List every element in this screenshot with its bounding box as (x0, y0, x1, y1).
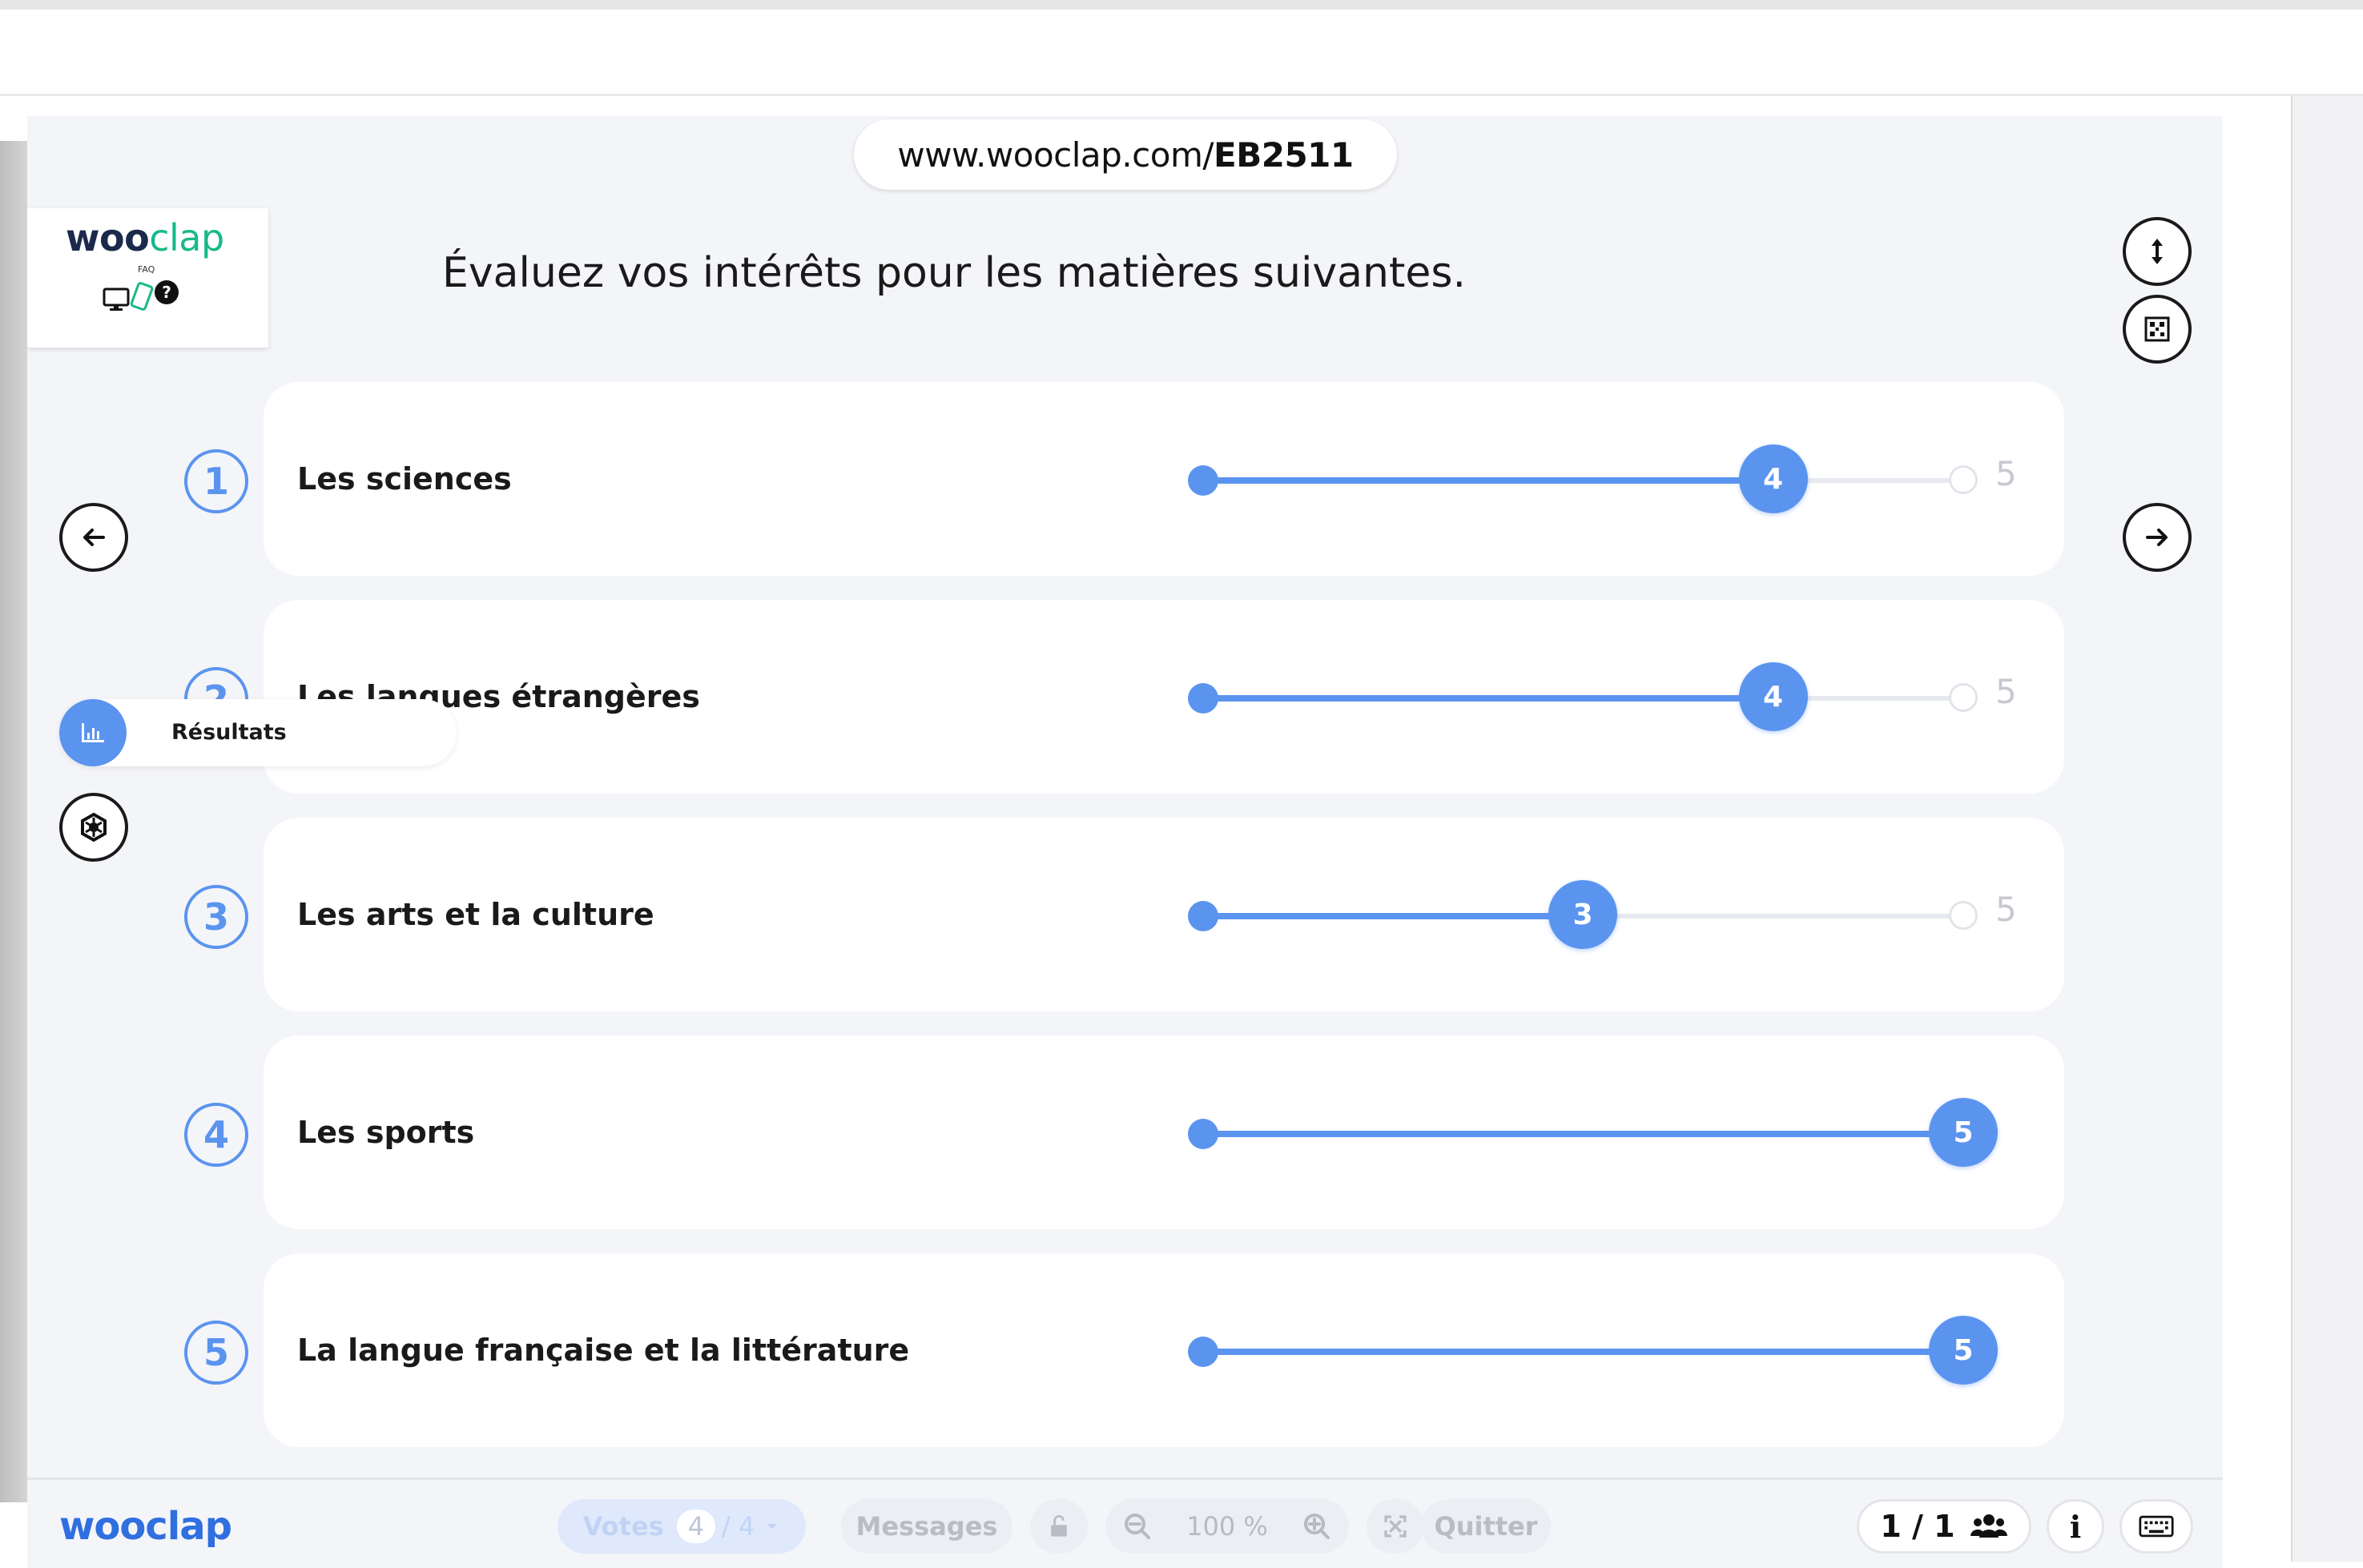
svg-text:?: ? (162, 283, 171, 302)
slider-fill (1202, 477, 1773, 484)
slider-end-dot (1949, 683, 1978, 712)
zoom-in-icon[interactable] (1301, 1510, 1333, 1542)
question-title: Évaluez vos intérêts pour les matières s… (442, 249, 1466, 297)
quit-button[interactable]: Quitter (1421, 1499, 1551, 1554)
slider-start-dot (1188, 1337, 1218, 1367)
votes-count: 4 (676, 1510, 716, 1543)
zoom-out-icon[interactable] (1121, 1510, 1153, 1542)
results-label: Résultats (171, 720, 287, 745)
settings-button[interactable] (59, 793, 128, 862)
rating-row: Les sports 5 5 (264, 1035, 2064, 1229)
row-label: La langue française et la littérature (297, 1333, 910, 1368)
participants-counter[interactable]: 1 / 1 (1857, 1499, 2031, 1554)
settings-hex-icon (81, 812, 107, 842)
zoom-value: 100 % (1186, 1511, 1268, 1542)
bar-chart-icon (59, 699, 127, 766)
info-button[interactable]: i (2047, 1499, 2104, 1554)
slider-handle[interactable]: 5 (1929, 1098, 1998, 1167)
slider-fill (1202, 695, 1773, 702)
join-url-prefix: www.wooclap.com/ (897, 135, 1214, 175)
question-bubble-icon: ? (155, 280, 179, 304)
rating-slider[interactable]: 4 5 (1188, 662, 2017, 731)
right-side-panel (2291, 96, 2363, 1562)
rating-slider[interactable]: 5 5 (1188, 1316, 1998, 1385)
slider-start-dot (1188, 683, 1218, 714)
slider-max-label: 5 (1995, 672, 2017, 711)
unlock-icon (1051, 1515, 1067, 1537)
monitor-icon (103, 287, 130, 311)
presentation-stage: www.wooclap.com/EB2511 wooclap FAQ ? Éva… (27, 116, 2223, 1568)
join-url-pill[interactable]: www.wooclap.com/EB2511 (854, 119, 1397, 190)
right-margin (2223, 96, 2291, 1558)
votes-label: Votes (582, 1511, 664, 1542)
slider-max-label: 5 (1995, 454, 2017, 493)
slider-start-dot (1188, 901, 1218, 931)
row-label: Les arts et la culture (297, 897, 654, 932)
qr-code-button[interactable] (2123, 295, 2192, 364)
quit-label: Quitter (1434, 1511, 1538, 1542)
fullscreen-button[interactable] (1367, 1499, 1424, 1554)
arrow-right-icon (2146, 529, 2168, 546)
next-question-button[interactable] (2123, 503, 2192, 572)
rating-row: Les arts et la culture 3 5 (264, 818, 2064, 1011)
slider-handle[interactable]: 5 (1929, 1316, 1998, 1385)
messages-label: Messages (855, 1511, 998, 1542)
row-label: Les sciences (297, 461, 512, 497)
row-number-badge: 4 (184, 1103, 248, 1167)
arrow-left-icon (83, 529, 105, 546)
votes-toggle[interactable]: Votes 4 / 4 (558, 1499, 806, 1554)
event-code: EB2511 (1214, 135, 1354, 175)
rating-slider[interactable]: 5 5 (1188, 1098, 1998, 1167)
slider-fill (1202, 913, 1583, 919)
slider-start-dot (1188, 1119, 1218, 1149)
vertical-resize-icon (2152, 239, 2163, 264)
info-label: i (2069, 1508, 2082, 1545)
row-number-badge: 3 (184, 885, 248, 949)
slider-fill (1202, 1349, 1963, 1355)
slider-end-dot (1949, 465, 1978, 494)
row-number-badge: 1 (184, 449, 248, 513)
participants-count: 1 / 1 (1880, 1509, 1955, 1544)
logo-woo: woo (66, 216, 150, 259)
rating-slider[interactable]: 4 5 (1188, 444, 2017, 513)
rating-row: Les langues étrangères 4 5 (264, 600, 2064, 794)
messages-toggle[interactable]: Messages (841, 1499, 1012, 1554)
logo-clap: clap (149, 216, 224, 259)
slider-end-dot (1949, 901, 1978, 930)
bottom-toolbar: wooclap Votes 4 / 4 Messages 100 % Quitt… (27, 1478, 2223, 1568)
users-icon (1970, 1514, 2007, 1538)
slider-max-label: 5 (1995, 890, 2017, 929)
slider-start-dot (1188, 465, 1218, 496)
rating-slider[interactable]: 3 5 (1188, 880, 2017, 949)
row-number-badge: 5 (184, 1321, 248, 1385)
dropdown-caret-icon (767, 1524, 778, 1529)
zoom-control: 100 % (1105, 1499, 1349, 1554)
phone-icon (130, 282, 154, 311)
fullscreen-icon (1384, 1515, 1407, 1538)
slider-handle[interactable]: 3 (1548, 880, 1617, 949)
results-button[interactable]: Résultats (59, 699, 457, 766)
devices-icon: ? (103, 280, 179, 311)
keyboard-icon (2139, 1515, 2174, 1538)
logo-faq-card[interactable]: wooclap FAQ ? (27, 208, 268, 348)
browser-top-bar (0, 0, 2363, 96)
rating-row: La langue française et la littérature 5 … (264, 1253, 2064, 1447)
faq-label: FAQ (138, 264, 155, 275)
slider-fill (1202, 1131, 1963, 1137)
logo-card-wordmark: wooclap (66, 216, 224, 259)
qr-code-icon (2144, 316, 2170, 342)
wooclap-logo[interactable]: wooclap (59, 1504, 232, 1549)
lock-toggle[interactable] (1030, 1499, 1088, 1554)
previous-question-button[interactable] (59, 503, 128, 572)
toggle-height-button[interactable] (2123, 217, 2192, 286)
row-label: Les sports (297, 1115, 475, 1150)
slider-handle[interactable]: 4 (1738, 662, 1808, 731)
rating-row: Les sciences 4 5 (264, 382, 2064, 576)
slider-handle[interactable]: 4 (1738, 444, 1808, 513)
votes-total: / 4 (722, 1511, 755, 1542)
keyboard-shortcuts-button[interactable] (2119, 1499, 2193, 1554)
left-edge-shadow (0, 141, 29, 1502)
